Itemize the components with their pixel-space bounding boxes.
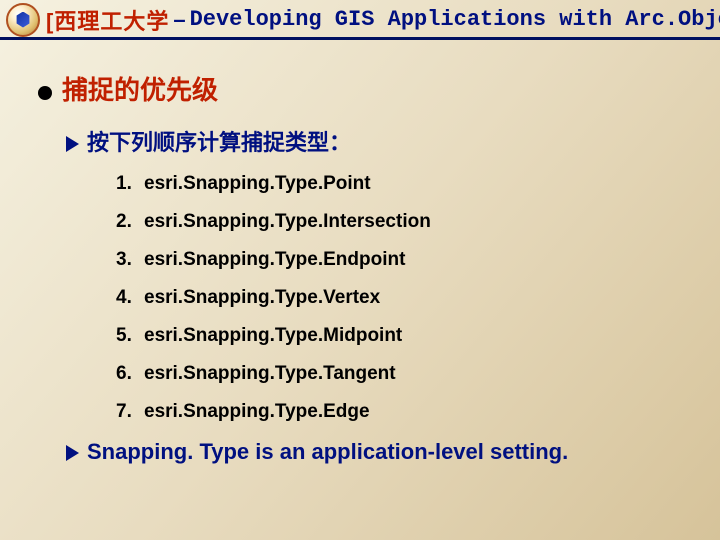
subtitle-text: 按下列顺序计算捕捉类型： [87, 130, 351, 155]
footnote: Snapping. Type is an application-level s… [66, 439, 690, 465]
course-title: Developing GIS Applications with Arc.Obj… [190, 7, 720, 32]
triangle-bullet-icon [66, 445, 79, 461]
type-label: esri.Snapping.Type.Midpoint [144, 325, 402, 346]
type-label: esri.Snapping.Type.Intersection [144, 211, 431, 232]
slide: [西理工大学 – Developing GIS Applications wit… [0, 0, 720, 540]
triangle-bullet-icon [66, 136, 79, 152]
header-separator: – [173, 7, 185, 33]
subtitle: 按下列顺序计算捕捉类型： [66, 125, 690, 157]
header-bar: [西理工大学 – Developing GIS Applications wit… [0, 0, 720, 40]
list-item: 5.esri.Snapping.Type.Midpoint [116, 325, 690, 347]
type-label: esri.Snapping.Type.Tangent [144, 363, 396, 384]
type-label: esri.Snapping.Type.Point [144, 173, 371, 194]
title-text: 捕捉的优先级 [62, 76, 218, 105]
type-label: esri.Snapping.Type.Endpoint [144, 249, 405, 270]
type-label: esri.Snapping.Type.Vertex [144, 287, 380, 308]
type-label: esri.Snapping.Type.Edge [144, 401, 370, 422]
list-item: 2.esri.Snapping.Type.Intersection [116, 211, 690, 233]
list-item: 4.esri.Snapping.Type.Vertex [116, 287, 690, 309]
slide-title: 捕捉的优先级 [38, 70, 690, 107]
list-item: 3.esri.Snapping.Type.Endpoint [116, 249, 690, 271]
content-area: 捕捉的优先级 按下列顺序计算捕捉类型： 1.esri.Snapping.Type… [0, 40, 720, 465]
snapping-type-list: 1.esri.Snapping.Type.Point 2.esri.Snappi… [116, 173, 690, 423]
list-item: 1.esri.Snapping.Type.Point [116, 173, 690, 195]
list-item: 6.esri.Snapping.Type.Tangent [116, 363, 690, 385]
university-name: [西理工大学 [46, 4, 169, 36]
footnote-text: Snapping. Type is an application-level s… [87, 439, 568, 464]
list-item: 7.esri.Snapping.Type.Edge [116, 401, 690, 423]
university-logo-icon [6, 3, 40, 37]
bullet-icon [38, 86, 52, 100]
